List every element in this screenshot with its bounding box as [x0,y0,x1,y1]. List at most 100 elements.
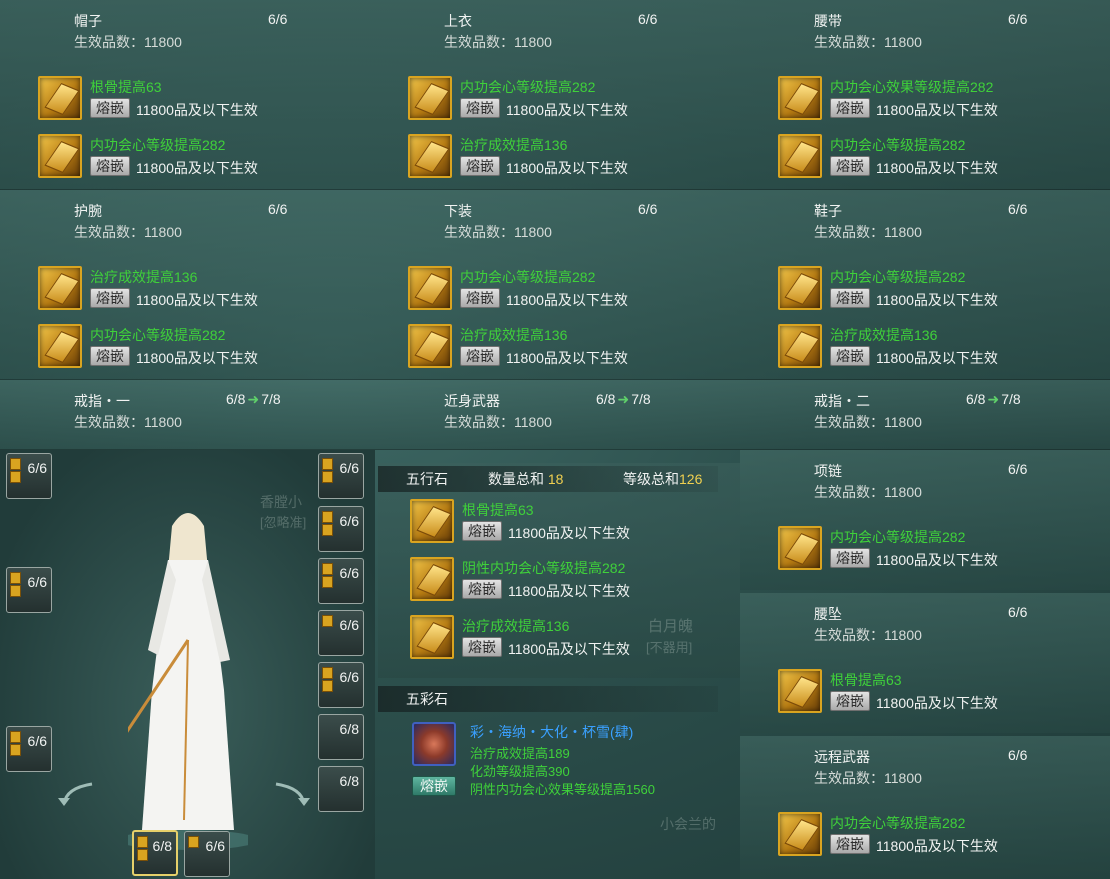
section-header: 五行石 数量总和 18 等级总和126 [378,466,718,492]
inlay-button[interactable]: 熔嵌 [90,98,130,118]
gem-row: 内功会心效果等级提高282 熔嵌 11800品及以下生效 [778,76,1108,128]
slot-quality: 生效品数：11800 [814,770,922,786]
gem-stone-icon[interactable] [778,134,822,178]
arrow-right-icon: ➜ [617,391,630,407]
inlay-button[interactable]: 熔嵌 [462,637,502,657]
equip-slot-left[interactable]: 6/6 [6,726,52,772]
gem-name: 根骨提高63 [90,79,162,95]
gem-stone-icon[interactable] [778,76,822,120]
inlay-button[interactable]: 熔嵌 [462,579,502,599]
gem-row: 治疗成效提高136 熔嵌 11800品及以下生效 [408,324,738,376]
inlay-button[interactable]: 熔嵌 [462,521,502,541]
inlay-button[interactable]: 熔嵌 [460,346,500,366]
gem-stone-icon[interactable] [410,499,454,543]
slot-title: 戒指・二 [814,393,870,409]
equip-slot-right[interactable]: 6/6 [318,506,364,552]
slot-title: 下装 [444,203,472,219]
gem-stone-icon[interactable] [38,266,82,310]
slot-count: 6/8 ➜ 7/8 [596,391,651,408]
gem-socket-icon [322,524,333,536]
gem-stone-icon[interactable] [408,134,452,178]
slot-title: 腰坠 [814,606,842,622]
inlay-button[interactable]: 熔嵌 [90,288,130,308]
equip-slot-right[interactable]: 6/8 [318,714,364,760]
equip-slot-left[interactable]: 6/6 [6,453,52,499]
gem-socket-icon [10,572,21,584]
inlay-button[interactable]: 熔嵌 [460,98,500,118]
gem-stone-icon[interactable] [778,324,822,368]
inlay-button[interactable]: 熔嵌 [460,288,500,308]
section-header: 五彩石 [378,686,718,712]
equip-slot-right[interactable]: 6/6 [318,662,364,708]
gem-row: 内功会心等级提高282 熔嵌 11800品及以下生效 [408,76,738,128]
equip-panel-melee-weapon: 近身武器 6/8 ➜ 7/8 生效品数：11800 [370,380,740,450]
equip-panel-ring-1: 戒指・一 6/8 ➜ 7/8 生效品数：11800 [0,380,370,450]
gem-name: 内功会心等级提高282 [830,815,966,831]
gem-name: 根骨提高63 [462,502,534,518]
slot-count: 6/6 [638,11,658,27]
gem-stone-icon[interactable] [778,669,822,713]
gem-name: 治疗成效提高136 [460,327,568,343]
inlay-button[interactable]: 熔嵌 [90,156,130,176]
colored-stone-icon[interactable] [412,722,456,766]
slot-title: 帽子 [74,13,102,29]
equip-slot-right[interactable]: 6/6 [318,610,364,656]
slot-gem-count: 6/6 [339,513,359,529]
rotate-left-icon[interactable] [56,778,96,808]
equip-panel-belt: 腰带 6/6 生效品数：11800 内功会心效果等级提高282 熔嵌 11800… [740,0,1110,190]
gem-name: 治疗成效提高136 [460,137,568,153]
gem-stone-icon[interactable] [38,76,82,120]
current-count: 6/8 [226,391,246,407]
rotate-right-icon[interactable] [272,778,312,808]
gem-stone-icon[interactable] [408,266,452,310]
equip-slot-bottom-selected[interactable]: 6/8 [132,830,178,876]
inlay-button[interactable]: 熔嵌 [830,691,870,711]
arrow-right-icon: ➜ [247,391,260,407]
inlay-button[interactable]: 熔嵌 [830,156,870,176]
gem-effect: 11800品及以下生效 [876,695,998,711]
colored-stone-attr: 化劲等级提高390 [470,764,570,779]
slot-title: 护腕 [74,203,102,219]
inlay-button[interactable]: 熔嵌 [460,156,500,176]
gem-stone-icon[interactable] [778,812,822,856]
slot-count: 6/6 [1008,747,1028,763]
equip-slot-right[interactable]: 6/8 [318,766,364,812]
slot-quality: 生效品数：11800 [444,414,552,430]
gem-name: 阴性内功会心等级提高282 [462,560,626,576]
slot-quality: 生效品数：11800 [814,34,922,50]
gem-effect: 11800品及以下生效 [876,552,998,568]
inlay-button[interactable]: 熔嵌 [830,98,870,118]
inlay-button[interactable]: 熔嵌 [412,776,456,796]
gem-socket-icon [322,667,333,679]
equip-slot-right[interactable]: 6/6 [318,453,364,499]
inlay-button[interactable]: 熔嵌 [830,288,870,308]
equip-slot-left[interactable]: 6/6 [6,567,52,613]
gem-stone-icon[interactable] [778,266,822,310]
gem-name: 治疗成效提高136 [830,327,938,343]
colored-stone-attr: 治疗成效提高189 [470,746,570,761]
gem-socket-icon [137,849,148,861]
gem-name: 根骨提高63 [830,672,902,688]
inlay-button[interactable]: 熔嵌 [830,834,870,854]
inlay-button[interactable]: 熔嵌 [830,548,870,568]
equip-slot-right[interactable]: 6/6 [318,558,364,604]
slot-gem-count: 6/6 [339,565,359,581]
gem-stone-icon[interactable] [410,615,454,659]
inlay-button[interactable]: 熔嵌 [830,346,870,366]
gem-stone-icon[interactable] [408,76,452,120]
gem-row: 阴性内功会心等级提高282 熔嵌 11800品及以下生效 [410,557,740,609]
gem-row: 内功会心等级提高282 熔嵌 11800品及以下生效 [778,812,1108,864]
gem-stone-icon[interactable] [778,526,822,570]
gem-row: 治疗成效提高136 熔嵌 11800品及以下生效 [778,324,1108,376]
gem-stone-icon[interactable] [408,324,452,368]
gem-name: 内功会心等级提高282 [90,137,226,153]
section-title: 五彩石 [406,691,448,707]
equip-slot-bottom[interactable]: 6/6 [184,831,230,877]
level-total: 等级总和126 [623,466,702,492]
gem-stone-icon[interactable] [38,134,82,178]
background-text: 香膛小 [260,494,302,510]
gem-row: 根骨提高63 熔嵌 11800品及以下生效 [38,76,368,128]
gem-stone-icon[interactable] [410,557,454,601]
inlay-button[interactable]: 熔嵌 [90,346,130,366]
gem-stone-icon[interactable] [38,324,82,368]
